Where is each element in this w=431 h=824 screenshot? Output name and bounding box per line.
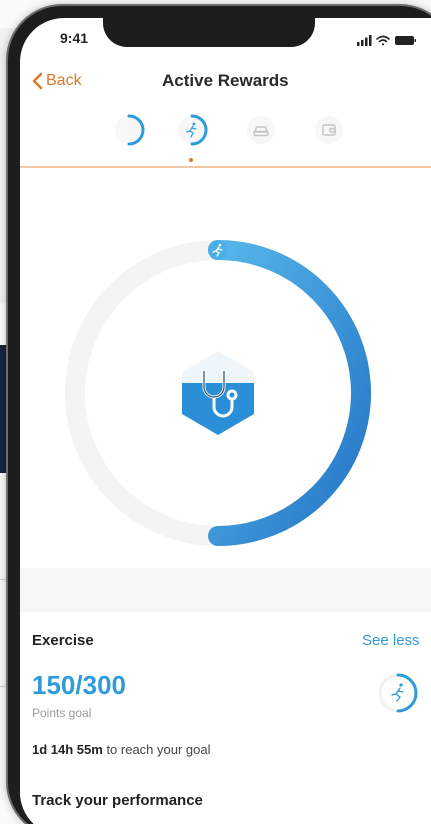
tab-rewards[interactable]: [311, 112, 347, 148]
status-time: 9:41: [60, 30, 89, 46]
wifi-icon: [376, 35, 390, 46]
signal-icon: [357, 35, 372, 46]
status-icons: [357, 35, 416, 46]
countdown-text: to reach your goal: [102, 742, 211, 757]
countdown-time: 1d 14h 55m: [32, 742, 103, 757]
progress-marker: [208, 240, 228, 260]
phone-notch: [103, 18, 315, 47]
tab-driving[interactable]: [243, 112, 279, 148]
page-title: Active Rewards: [162, 71, 289, 90]
back-label: Back: [46, 72, 82, 89]
exercise-title: Exercise: [32, 632, 94, 649]
tab-exercise[interactable]: [174, 112, 210, 148]
stethoscope-icon: [182, 351, 254, 435]
battery-icon: [395, 36, 416, 45]
runner-icon: [391, 683, 404, 702]
track-performance-heading: Track your performance: [32, 792, 203, 809]
active-tab-indicator: [189, 158, 193, 162]
exercise-mini-ring: [378, 673, 418, 713]
goal-countdown: 1d 14h 55m to reach your goal: [32, 742, 211, 757]
section-divider: [20, 568, 431, 612]
see-less-button[interactable]: See less: [362, 632, 420, 649]
back-button[interactable]: Back: [31, 72, 82, 90]
points-value: 150/300: [32, 670, 126, 700]
nav-bar: Back Active Rewards: [20, 68, 431, 104]
points-caption: Points goal: [32, 706, 92, 720]
phone-screen: 9:41 Back Active Rewards Exercise See le…: [20, 18, 431, 824]
progress-ring: [65, 240, 371, 546]
mini-ring-arc: [396, 673, 418, 713]
exercise-card: Exercise See less 150/300 Points goal 1d…: [20, 612, 431, 824]
phone-frame: 9:41 Back Active Rewards Exercise See le…: [8, 6, 431, 824]
chevron-left-icon: [32, 72, 43, 90]
tab-overall[interactable]: [111, 112, 147, 148]
stage: 9:41 Back Active Rewards Exercise See le…: [0, 0, 431, 824]
